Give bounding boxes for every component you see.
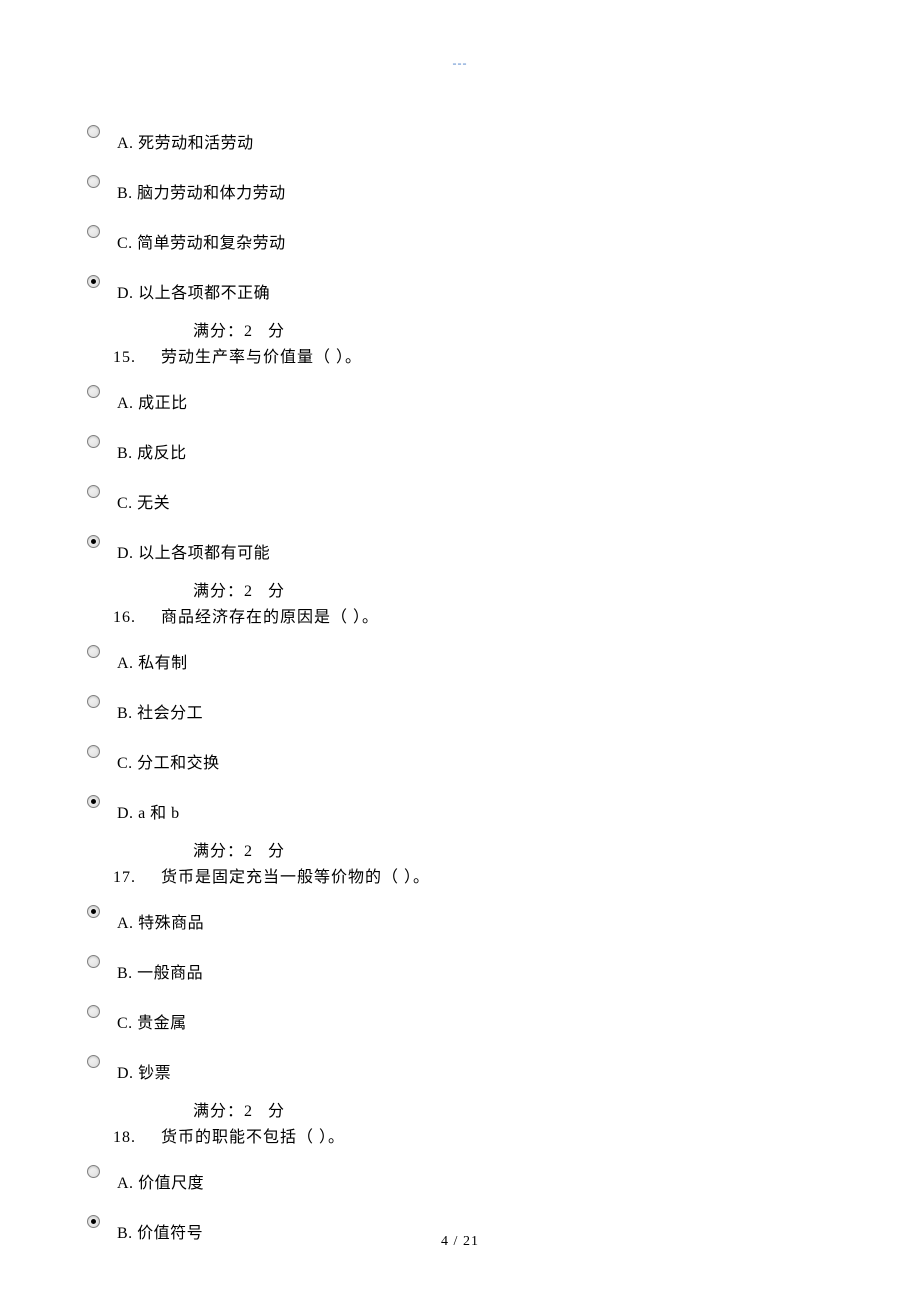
radio-selected-icon[interactable] — [87, 535, 100, 548]
option-label: B. 一般商品 — [117, 955, 203, 983]
option-row: D. 以上各项都有可能 — [87, 535, 920, 556]
page-number: 4 / 21 — [441, 1234, 479, 1250]
option-row: B. 价值符号 — [87, 1215, 920, 1236]
option-label: B. 社会分工 — [117, 695, 203, 723]
radio-unselected-icon[interactable] — [87, 225, 100, 238]
question-16-options: A. 私有制 B. 社会分工 C. 分工和交换 D. a 和 b 满分：2 分 … — [87, 645, 920, 887]
question-stem: 17.货币是固定充当一般等价物的（ ）。 — [113, 863, 920, 887]
radio-unselected-icon[interactable] — [87, 745, 100, 758]
radio-unselected-icon[interactable] — [87, 485, 100, 498]
question-stem: 16.商品经济存在的原因是（ ）。 — [113, 603, 920, 627]
radio-selected-icon[interactable] — [87, 905, 100, 918]
score-line: 满分：2 分 — [193, 317, 920, 341]
radio-unselected-icon[interactable] — [87, 175, 100, 188]
option-row: D. 以上各项都不正确 — [87, 275, 920, 296]
option-row: A. 特殊商品 — [87, 905, 920, 926]
score-line: 满分：2 分 — [193, 837, 920, 861]
option-row: B. 社会分工 — [87, 695, 920, 716]
radio-unselected-icon[interactable] — [87, 1165, 100, 1178]
option-row: B. 脑力劳动和体力劳动 — [87, 175, 920, 196]
radio-unselected-icon[interactable] — [87, 955, 100, 968]
option-label: D. a 和 b — [117, 795, 180, 823]
option-row: A. 死劳动和活劳动 — [87, 125, 920, 146]
option-row: D. a 和 b — [87, 795, 920, 816]
radio-unselected-icon[interactable] — [87, 1005, 100, 1018]
radio-unselected-icon[interactable] — [87, 125, 100, 138]
option-label: D. 以上各项都不正确 — [117, 275, 270, 303]
option-label: C. 简单劳动和复杂劳动 — [117, 225, 286, 253]
option-label: A. 死劳动和活劳动 — [117, 125, 254, 153]
option-row: C. 贵金属 — [87, 1005, 920, 1026]
score-line: 满分：2 分 — [193, 1097, 920, 1121]
option-label: A. 成正比 — [117, 385, 188, 413]
option-label: D. 以上各项都有可能 — [117, 535, 270, 563]
option-label: A. 特殊商品 — [117, 905, 204, 933]
option-row: C. 简单劳动和复杂劳动 — [87, 225, 920, 246]
option-label: B. 价值符号 — [117, 1215, 203, 1243]
question-stem: 15.劳动生产率与价值量（ ）。 — [113, 343, 920, 367]
content-area: A. 死劳动和活劳动 B. 脑力劳动和体力劳动 C. 简单劳动和复杂劳动 D. … — [0, 0, 920, 1236]
question-14-options-continued: A. 死劳动和活劳动 B. 脑力劳动和体力劳动 C. 简单劳动和复杂劳动 D. … — [87, 125, 920, 367]
option-row: A. 私有制 — [87, 645, 920, 666]
radio-selected-icon[interactable] — [87, 1215, 100, 1228]
radio-unselected-icon[interactable] — [87, 385, 100, 398]
question-18-options: A. 价值尺度 B. 价值符号 — [87, 1165, 920, 1236]
radio-selected-icon[interactable] — [87, 795, 100, 808]
option-row: A. 成正比 — [87, 385, 920, 406]
option-label: A. 价值尺度 — [117, 1165, 204, 1193]
option-row: D. 钞票 — [87, 1055, 920, 1076]
option-label: A. 私有制 — [117, 645, 188, 673]
radio-unselected-icon[interactable] — [87, 645, 100, 658]
radio-selected-icon[interactable] — [87, 275, 100, 288]
option-row: B. 成反比 — [87, 435, 920, 456]
option-row: B. 一般商品 — [87, 955, 920, 976]
radio-unselected-icon[interactable] — [87, 695, 100, 708]
question-15-options: A. 成正比 B. 成反比 C. 无关 D. 以上各项都有可能 满分：2 分 1… — [87, 385, 920, 627]
score-line: 满分：2 分 — [193, 577, 920, 601]
option-label: C. 分工和交换 — [117, 745, 220, 773]
option-row: C. 分工和交换 — [87, 745, 920, 766]
question-17-options: A. 特殊商品 B. 一般商品 C. 贵金属 D. 钞票 满分：2 分 18.货… — [87, 905, 920, 1147]
option-row: A. 价值尺度 — [87, 1165, 920, 1186]
option-label: D. 钞票 — [117, 1055, 171, 1083]
option-label: B. 脑力劳动和体力劳动 — [117, 175, 286, 203]
option-label: C. 无关 — [117, 485, 170, 513]
question-stem: 18.货币的职能不包括（ ）。 — [113, 1123, 920, 1147]
option-label: B. 成反比 — [117, 435, 187, 463]
option-row: C. 无关 — [87, 485, 920, 506]
radio-unselected-icon[interactable] — [87, 435, 100, 448]
radio-unselected-icon[interactable] — [87, 1055, 100, 1068]
option-label: C. 贵金属 — [117, 1005, 187, 1033]
header-mark: --- — [453, 56, 468, 71]
